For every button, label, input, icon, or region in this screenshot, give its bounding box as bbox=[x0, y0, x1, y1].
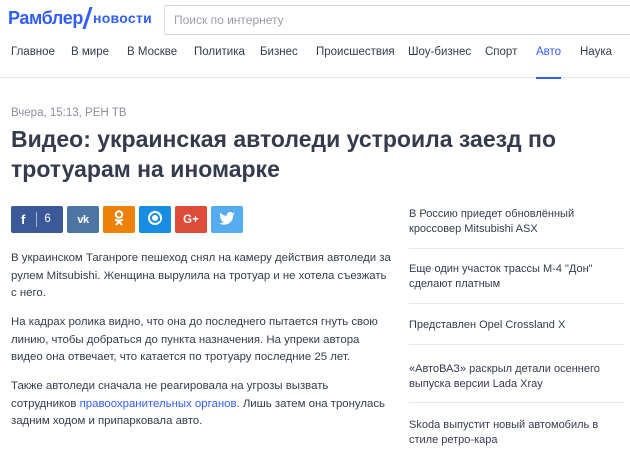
mailru-icon bbox=[147, 210, 163, 229]
share-bar: f 6 vk G+ bbox=[11, 206, 247, 233]
sidebar-news-item[interactable]: «АвтоВАЗ» раскрыл детали осеннего выпуск… bbox=[409, 362, 624, 391]
twitter-share-button[interactable] bbox=[211, 206, 243, 233]
nav-item-politics[interactable]: Политика bbox=[194, 46, 245, 70]
facebook-share-count: 6 bbox=[36, 212, 51, 227]
sidebar-news-item[interactable]: Представлен Opel Crossland X bbox=[409, 318, 624, 333]
sidebar-news-item[interactable]: Еще один участок трассы М-4 "Дон" сделаю… bbox=[409, 262, 624, 291]
nav-item-showbiz[interactable]: Шоу-бизнес bbox=[408, 46, 471, 70]
article-paragraph-with-link: Также автоледи сначала не реагировала на… bbox=[11, 378, 391, 431]
sidebar-divider bbox=[409, 344, 624, 345]
nav-item-auto[interactable]: Авто bbox=[536, 46, 562, 79]
nav-item-world[interactable]: В мире bbox=[71, 46, 109, 70]
article-meta: Вчера, 15:13, РЕН ТВ bbox=[11, 107, 127, 119]
nav-item-business[interactable]: Бизнес bbox=[260, 46, 298, 70]
top-nav: Главное В мире В Москве Политика Бизнес … bbox=[0, 38, 630, 79]
odnoklassniki-icon bbox=[113, 210, 125, 229]
sidebar-news-link[interactable]: «АвтоВАЗ» раскрыл детали осеннего выпуск… bbox=[409, 362, 624, 391]
nav-item-science[interactable]: Наука bbox=[580, 46, 612, 70]
search-input[interactable] bbox=[165, 6, 630, 34]
logo-brand-text: Рамблер bbox=[8, 7, 83, 28]
rambler-news-logo[interactable]: Рамблер новости bbox=[8, 7, 153, 29]
sidebar-news-link[interactable]: Skoda выпустит новый автомобиль в стиле … bbox=[409, 418, 624, 447]
logo-section-text: новости bbox=[92, 10, 153, 26]
facebook-share-button[interactable]: f 6 bbox=[11, 206, 63, 233]
sidebar-divider bbox=[409, 402, 624, 403]
odnoklassniki-share-button[interactable] bbox=[103, 206, 135, 233]
vk-icon: vk bbox=[77, 213, 89, 226]
article-title: Видео: украинская автоледи устроила заез… bbox=[11, 126, 556, 182]
law-enforcement-link[interactable]: правоохранительных органов bbox=[80, 398, 237, 410]
logo-slash bbox=[82, 7, 93, 29]
sidebar-divider bbox=[409, 248, 624, 249]
article-paragraph: В украинском Таганроге пешеход снял на к… bbox=[11, 252, 391, 299]
google-plus-share-button[interactable]: G+ bbox=[175, 206, 207, 233]
sidebar-news-link[interactable]: Представлен Opel Crossland X bbox=[409, 318, 624, 333]
vk-share-button[interactable]: vk bbox=[67, 206, 99, 233]
mailru-share-button[interactable] bbox=[139, 206, 171, 233]
search-box bbox=[164, 5, 630, 35]
sidebar-news-link[interactable]: Еще один участок трассы М-4 "Дон" сделаю… bbox=[409, 262, 624, 291]
sidebar-news-link[interactable]: В Россию приедет обновлённый кроссовер M… bbox=[409, 207, 624, 236]
nav-item-main[interactable]: Главное bbox=[11, 46, 55, 70]
sidebar-news-item[interactable]: Skoda выпустит новый автомобиль в стиле … bbox=[409, 418, 624, 447]
twitter-bird-icon bbox=[219, 211, 235, 228]
google-plus-icon: G+ bbox=[183, 213, 199, 226]
nav-item-sport[interactable]: Спорт bbox=[485, 46, 517, 70]
nav-item-moscow[interactable]: В Москве bbox=[127, 46, 177, 70]
sidebar-news-item[interactable]: В Россию приедет обновлённый кроссовер M… bbox=[409, 207, 624, 236]
nav-item-incidents[interactable]: Происшествия bbox=[316, 46, 395, 70]
article-paragraph: На кадрах ролика видно, что она до после… bbox=[11, 316, 378, 363]
facebook-icon: f bbox=[21, 212, 26, 227]
sidebar-divider bbox=[409, 303, 624, 304]
